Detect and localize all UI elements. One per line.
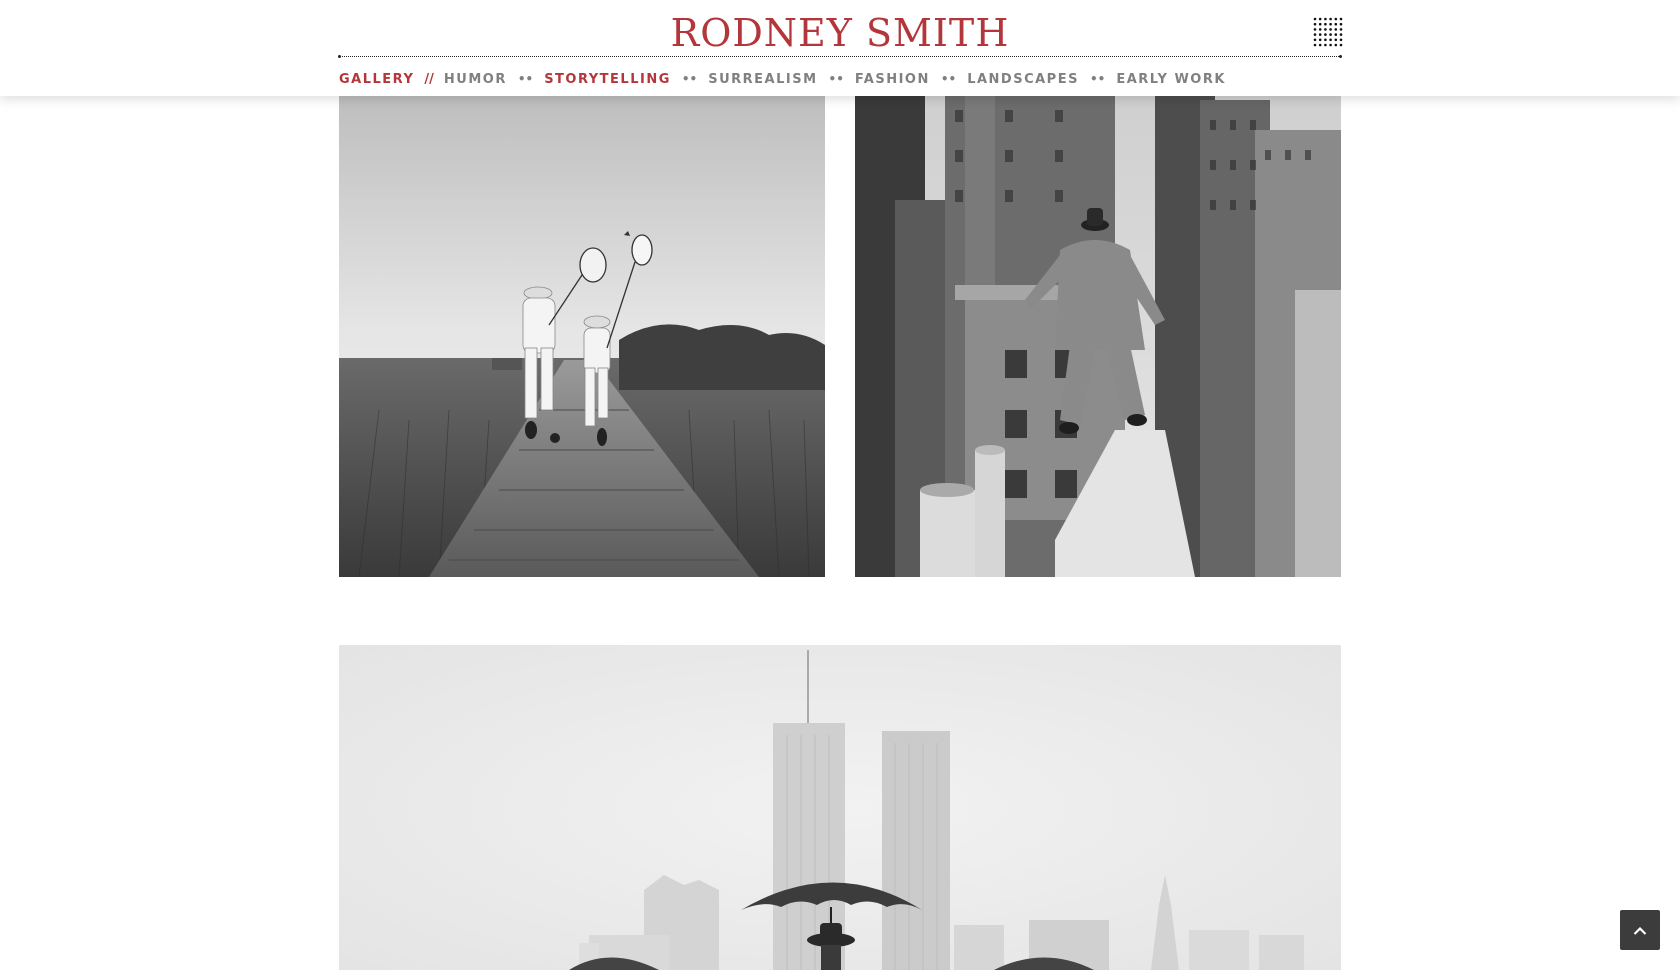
nav-separator: ••: [828, 72, 844, 86]
gallery-photo-umbrellas[interactable]: [339, 645, 1341, 970]
nav-landscapes[interactable]: LANDSCAPES: [967, 72, 1079, 87]
nav-separator: ••: [1089, 72, 1106, 86]
nav-gallery[interactable]: GALLERY: [339, 72, 414, 87]
site-logo[interactable]: RODNEY SMITH: [0, 10, 1680, 56]
back-to-top-button[interactable]: [1620, 910, 1660, 950]
divider-end-dot: [1339, 55, 1342, 58]
nav-surrealism[interactable]: SURREALISM: [708, 72, 817, 87]
nav-early-work[interactable]: EARLY WORK: [1116, 72, 1226, 87]
category-nav: GALLERY // HUMOR •• STORYTELLING •• SURR…: [339, 70, 1226, 88]
grid-dots-icon[interactable]: [1313, 17, 1343, 47]
nav-humor[interactable]: HUMOR: [444, 72, 507, 87]
gallery-photo-rooftop[interactable]: [855, 90, 1341, 577]
header-divider: [339, 56, 1341, 57]
site-header: RODNEY SMITH GALLERY // HUMOR •• STORYTE…: [0, 0, 1680, 96]
nav-fashion[interactable]: FASHION: [855, 72, 930, 87]
divider-end-dot: [338, 55, 341, 58]
nav-storytelling[interactable]: STORYTELLING: [544, 72, 671, 87]
nav-separator: ••: [681, 72, 698, 86]
nav-separator: ••: [940, 72, 957, 86]
nav-divider: //: [424, 71, 434, 87]
chevron-up-icon: [1633, 921, 1647, 940]
nav-separator: ••: [517, 72, 534, 86]
gallery-photo-boardwalk[interactable]: [339, 90, 825, 577]
